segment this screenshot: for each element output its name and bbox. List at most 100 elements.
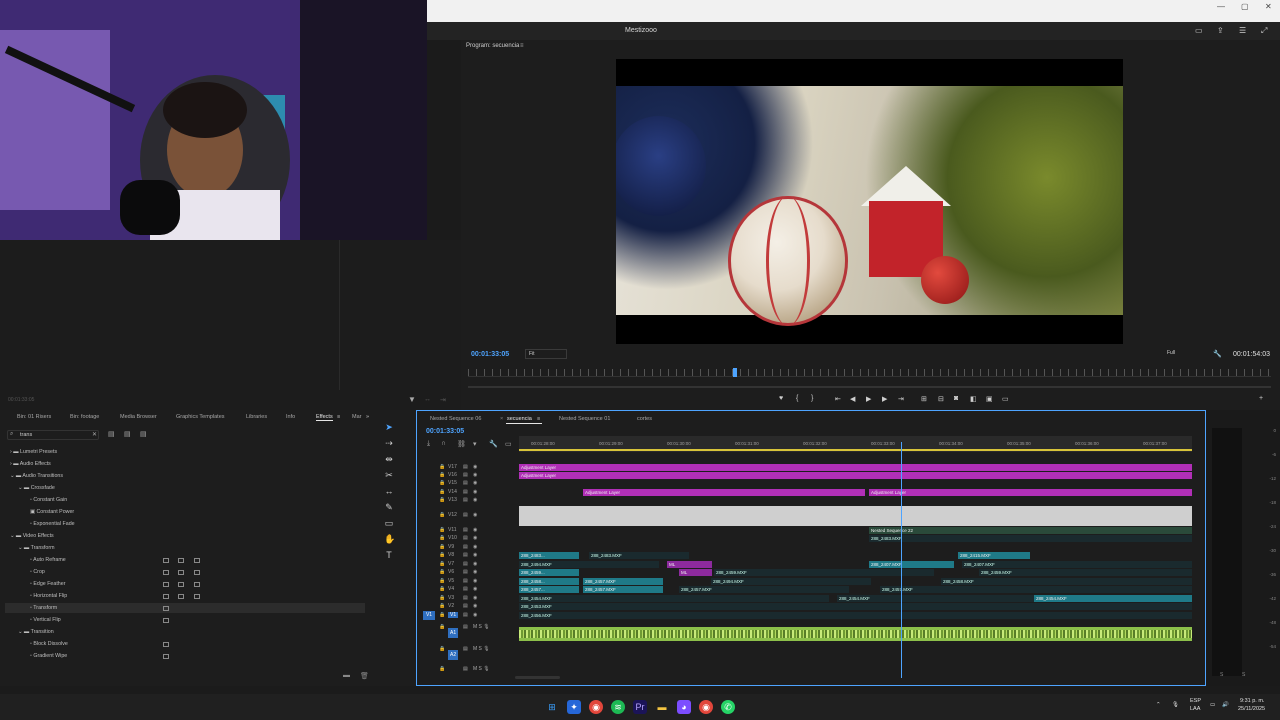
program-playhead[interactable] [732, 368, 737, 377]
clip[interactable]: 288_2415.MXF [958, 552, 1030, 559]
tree-item-block-dissolve[interactable]: ▫ Block Dissolve [30, 641, 68, 647]
vr-icon[interactable]: ▣ [986, 395, 993, 403]
razor-icon[interactable]: ✂ [384, 470, 394, 480]
step-back-icon[interactable]: ◀ [850, 395, 855, 403]
pen-icon[interactable]: ✎ [384, 502, 394, 512]
add-marker-icon[interactable]: ♥ [779, 395, 783, 402]
program-zoom-scrollbar[interactable] [468, 386, 1271, 388]
tab-bin-risers[interactable]: Bin: 01 Risers [17, 414, 51, 420]
captions-icon[interactable]: ▭ [505, 440, 512, 448]
windows-start-icon[interactable]: ⊞ [545, 700, 559, 714]
wrench-icon[interactable]: 🔧 [1213, 350, 1222, 358]
solo-right-button[interactable]: S [1242, 672, 1245, 678]
selection-tool-icon[interactable]: ➤ [384, 422, 394, 432]
tab-media-browser[interactable]: Media Browser [120, 414, 157, 420]
share-icon[interactable]: ⇪ [1217, 26, 1224, 35]
solo-left-button[interactable]: S [1220, 672, 1223, 678]
menu-icon[interactable]: ☰ [1239, 26, 1246, 35]
filter-icon[interactable]: ▼ [408, 395, 416, 404]
panel-icon[interactable]: ▭ [1195, 26, 1203, 35]
more-tabs-icon[interactable]: » [366, 414, 369, 420]
expand-icon[interactable]: ↔ [424, 396, 431, 403]
track-header-a1[interactable]: 🔒 A1 ▤ M S 🎙 [417, 624, 517, 644]
zoom-select[interactable]: Fit [525, 349, 567, 359]
tree-item-transform[interactable]: ▫ Transform [30, 605, 57, 611]
tree-item-crop[interactable]: ▫ Crop [30, 569, 45, 575]
tab-secuencia[interactable]: secuencia [507, 416, 532, 422]
microphone-icon[interactable]: 🎙 [1172, 702, 1179, 708]
goto-out-icon[interactable]: ⇥ [898, 395, 904, 403]
network-icon[interactable]: ▭ [1210, 702, 1215, 708]
clip[interactable]: 288_2457.MXF [880, 586, 1192, 593]
yuv-effects-icon[interactable]: ▤ [140, 430, 147, 438]
track-header-v6[interactable]: 🔒 V6 ▤ ◉ [417, 569, 517, 577]
tab-effects[interactable]: Effects [316, 414, 333, 421]
track-header-v13[interactable]: 🔒 V13 ▤ ◉ [417, 497, 517, 505]
file-explorer-icon[interactable]: ▬ [655, 700, 669, 714]
goto-in-icon[interactable]: ⇤ [835, 395, 841, 403]
tab-nested-sequence-06[interactable]: Nested Sequence 06 [430, 416, 481, 422]
track-header-v16[interactable]: 🔒 V16 ▤ ◉ [417, 472, 517, 480]
lift-icon[interactable]: ⊞ [921, 395, 927, 403]
clip[interactable]: 288_2483.MXF [589, 552, 689, 559]
clip[interactable]: 288_2456.MXF [519, 612, 1192, 619]
tab-info[interactable]: Info [286, 414, 295, 420]
tab-libraries[interactable]: Libraries [246, 414, 267, 420]
track-header-v12[interactable]: 🔒 V12 ▤ ◉ [417, 512, 517, 520]
tree-item-constant-gain[interactable]: ▫ Constant Gain [30, 497, 67, 503]
tree-item-gradient-wipe[interactable]: ▫ Gradient Wipe [30, 653, 67, 659]
clip[interactable]: 288_2407.MXF [962, 561, 1192, 568]
clip[interactable]: 288_2454.MXF [837, 595, 1037, 602]
clip[interactable]: 288_2407.MXF [869, 561, 954, 568]
clip[interactable]: 288_2483.MXF [869, 535, 1192, 542]
extract-icon[interactable]: ⊟ [938, 395, 944, 403]
timeline-timecode[interactable]: 00:01:33:05 [426, 428, 464, 435]
panel-menu-icon[interactable]: ≡ [520, 43, 524, 49]
audio-clip-a1[interactable] [519, 627, 1192, 641]
clip[interactable]: 288_2483... [519, 552, 579, 559]
clip[interactable]: 288_2459.MXF [979, 569, 1192, 576]
timeline-zoom-scrollbar[interactable] [515, 676, 560, 679]
tray-overflow-icon[interactable]: ⌃ [1156, 702, 1161, 708]
step-forward-icon[interactable]: ▶ [882, 395, 887, 403]
resolution-select[interactable]: Full [1167, 349, 1207, 359]
tree-item-audio-transitions[interactable]: ⌄ ▬ Audio Transitions [10, 473, 63, 479]
tab-graphics-templates[interactable]: Graphics Templates [176, 414, 225, 420]
clip[interactable]: 288_2494.MXF [519, 561, 659, 568]
clip[interactable]: 288_2458... [519, 578, 579, 585]
track-header-a2[interactable]: 🔒 A2 ▤ M S 🎙 [417, 646, 517, 666]
track-header-v11[interactable]: 🔒 V11 ▤ ◉ [417, 527, 517, 535]
clock-date[interactable]: 25/11/2025 [1238, 706, 1265, 712]
tree-item-horizontal-flip[interactable]: ▫ Horizontal Flip [30, 593, 67, 599]
program-tab[interactable]: Program: secuencia [466, 43, 519, 49]
accelerated-effects-icon[interactable]: ▤ [108, 430, 115, 438]
clip[interactable]: 288_2457.MXF [583, 578, 663, 585]
clip[interactable]: ML [679, 569, 712, 576]
slip-icon[interactable]: ↔ [384, 486, 394, 496]
track-header-v9[interactable]: 🔒 V9 ▤ ◉ [417, 544, 517, 552]
tree-item-lumetri-presets[interactable]: › ▬ Lumetri Presets [10, 449, 57, 455]
tree-item-auto-reframe[interactable]: ▫ Auto Reframe [30, 557, 66, 563]
track-header-v1[interactable]: V1 🔒 V1 ▤ ◉ [417, 611, 517, 620]
language-code[interactable]: ESP [1190, 698, 1201, 704]
program-time-ruler[interactable] [468, 369, 1271, 377]
clip[interactable]: 288_2494.MXF [711, 578, 871, 585]
clip[interactable]: Adjustment Layer [519, 472, 1192, 479]
clock-time[interactable]: 9:31 p. m. [1240, 698, 1264, 704]
clip[interactable]: Adjustment Layer [583, 489, 865, 496]
hand-icon[interactable]: ✋ [384, 534, 395, 544]
tree-item-constant-power[interactable]: ▣ Constant Power [30, 509, 74, 515]
clip[interactable]: ML [667, 561, 712, 568]
clip[interactable]: 288_2457.MXF [583, 586, 663, 593]
timeline-settings-icon[interactable]: 🔧 [489, 440, 498, 448]
clear-search-icon[interactable]: ✕ [92, 431, 97, 438]
rectangle-icon[interactable]: ▭ [384, 518, 394, 528]
tree-item-transition-folder[interactable]: ⌄ ▬ Transition [18, 629, 54, 635]
chrome-icon[interactable]: ◉ [589, 700, 603, 714]
close-tab-icon[interactable]: × [500, 416, 503, 422]
track-header-v2[interactable]: 🔒 V2 ▤ ◉ [417, 603, 517, 611]
delete-icon[interactable]: 🗑 [360, 672, 369, 680]
timeline-menu-icon[interactable]: ≡ [537, 416, 540, 422]
new-bin-icon[interactable]: ▬ [343, 672, 350, 679]
clip[interactable]: Nested Sequence 22 [869, 527, 1192, 534]
